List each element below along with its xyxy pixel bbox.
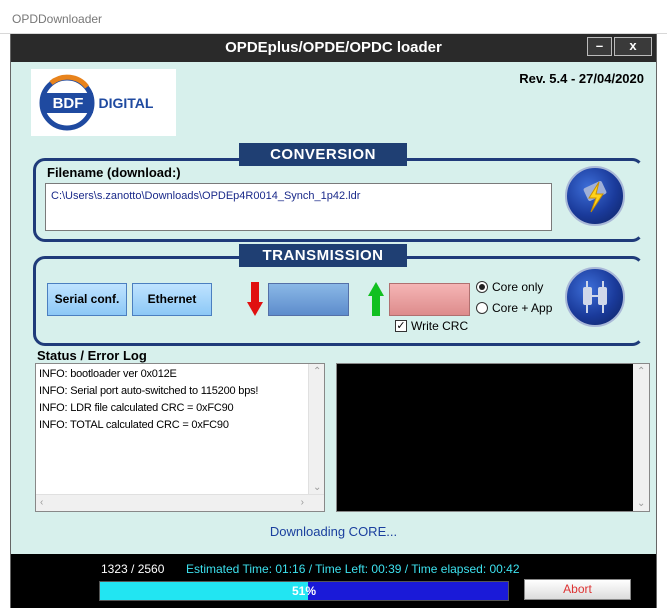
outer-window-title: OPDDownloader: [12, 12, 103, 26]
log-line: INFO: bootloader ver 0x012E: [39, 368, 177, 380]
log-line: INFO: Serial port auto-switched to 11520…: [39, 385, 259, 397]
scroll-down-icon[interactable]: ⌄: [313, 482, 321, 493]
output-panel: ⌃ ⌄: [336, 363, 650, 512]
radio-core-app-label: Core + App: [492, 301, 553, 315]
checkmark-icon[interactable]: ✓: [395, 320, 407, 332]
filename-label: Filename (download:): [47, 165, 181, 180]
upload-arrow-icon: [368, 282, 384, 316]
convert-button[interactable]: [565, 166, 625, 226]
conversion-header: CONVERSION: [239, 143, 407, 166]
lightning-chip-icon: [583, 181, 607, 213]
filename-field[interactable]: C:\Users\s.zanotto\Downloads\OPDEp4R0014…: [45, 183, 552, 231]
log-lines: INFO: bootloader ver 0x012E INFO: Serial…: [39, 366, 309, 434]
transmission-header: TRANSMISSION: [239, 244, 407, 267]
close-button[interactable]: x: [614, 37, 652, 56]
log-line: INFO: LDR file calculated CRC = 0xFC90: [39, 402, 234, 414]
company-logo: BDF DIGITAL: [31, 69, 176, 136]
block-counter: 1323 / 2560: [101, 562, 165, 576]
ethernet-button[interactable]: Ethernet: [132, 283, 212, 316]
revision-label: Rev. 5.4 - 27/04/2020: [519, 71, 644, 86]
serial-conf-button[interactable]: Serial conf.: [47, 283, 127, 316]
radio-core-only[interactable]: Core only: [476, 280, 543, 294]
status-log[interactable]: INFO: bootloader ver 0x012E INFO: Serial…: [35, 363, 325, 512]
plug-connector-icon: [583, 281, 607, 313]
app-window: OPDEplus/OPDE/OPDC loader – x BDF DIGITA…: [10, 34, 657, 608]
output-vertical-scrollbar[interactable]: ⌃ ⌄: [633, 364, 649, 511]
app-titlebar[interactable]: OPDEplus/OPDE/OPDC loader – x: [11, 34, 656, 62]
bdf-logo-icon: BDF DIGITAL: [39, 74, 154, 131]
logo-bdf-text: BDF: [53, 95, 84, 112]
progress-bar: 51%: [99, 581, 509, 601]
scroll-up-icon[interactable]: ⌃: [637, 366, 645, 377]
minimize-button[interactable]: –: [587, 37, 612, 56]
status-log-label: Status / Error Log: [37, 348, 147, 363]
scroll-up-icon[interactable]: ⌃: [313, 366, 321, 377]
outer-titlebar: OPDDownloader: [0, 0, 667, 34]
download-button[interactable]: [268, 283, 349, 316]
abort-button[interactable]: Abort: [524, 579, 631, 600]
radio-core-only-label: Core only: [492, 280, 544, 294]
radio-core-app[interactable]: Core + App: [476, 301, 552, 315]
progress-panel: 1323 / 2560 Estimated Time: 01:16 / Time…: [11, 554, 656, 608]
logo-digital-text: DIGITAL: [99, 95, 154, 111]
write-crc-checkbox[interactable]: ✓ Write CRC: [395, 319, 468, 333]
scroll-down-icon[interactable]: ⌄: [637, 498, 645, 509]
time-readout: Estimated Time: 01:16 / Time Left: 00:39…: [186, 562, 520, 576]
log-horizontal-scrollbar[interactable]: ‹ ›: [36, 494, 324, 511]
log-line: INFO: TOTAL calculated CRC = 0xFC90: [39, 419, 229, 431]
download-arrow-icon: [247, 282, 263, 316]
transmit-button[interactable]: [565, 267, 625, 327]
radio-dot-core-app[interactable]: [476, 302, 488, 314]
log-vertical-scrollbar[interactable]: ⌃ ⌄: [308, 364, 324, 495]
upload-button[interactable]: [389, 283, 470, 316]
scroll-left-icon[interactable]: ‹: [40, 497, 43, 508]
radio-dot-core-only[interactable]: [476, 281, 488, 293]
download-status: Downloading CORE...: [269, 524, 398, 539]
scroll-right-icon[interactable]: ›: [301, 497, 304, 508]
write-crc-label: Write CRC: [411, 319, 469, 333]
app-title: OPDEplus/OPDE/OPDC loader: [225, 39, 442, 56]
progress-percent: 51%: [291, 584, 317, 598]
